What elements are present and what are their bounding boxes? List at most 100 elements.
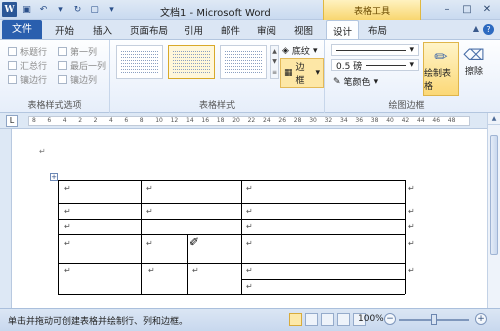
word-app-icon[interactable]: W (2, 2, 17, 17)
borders-button[interactable]: ▦ 边框 ▾ (280, 58, 324, 88)
pen-color-label: 笔颜色 (343, 78, 371, 88)
ruler-number: 26 (278, 117, 287, 124)
eraser-button[interactable]: ⌫ 擦除 (460, 42, 488, 96)
cell-end-mark: ↵ (146, 184, 153, 193)
checkbox-icon (8, 47, 17, 56)
dropdown-icon: ▾ (315, 68, 320, 78)
cell-end-mark: ↵ (148, 266, 155, 275)
style-gallery-scroll[interactable]: ▲ ▼ ≡ (270, 45, 279, 79)
table-move-handle-icon[interactable]: + (50, 173, 58, 181)
checkbox-icon (8, 61, 17, 70)
vertical-scrollbar[interactable]: ▲ (487, 113, 500, 308)
cell-end-mark: ↵ (408, 266, 415, 275)
redo-icon[interactable]: ↻ (70, 2, 85, 17)
scroll-thumb[interactable] (490, 135, 498, 255)
web-layout-icon[interactable] (321, 313, 334, 326)
close-icon[interactable]: ✕ (478, 2, 496, 16)
zoom-level[interactable]: 100% (358, 314, 384, 324)
tab-insert[interactable]: 插入 (93, 23, 112, 37)
ruler-number: 36 (355, 117, 364, 124)
vertical-ruler[interactable] (0, 129, 12, 308)
option-total-row[interactable]: 汇总行 (8, 59, 47, 72)
minimize-icon[interactable]: – (438, 2, 456, 16)
cell-end-mark: ↵ (246, 282, 253, 291)
window-controls: – □ ✕ (438, 2, 496, 16)
dropdown-icon: ▾ (373, 76, 379, 87)
pen-color-button[interactable]: ✎ 笔颜色 ▾ (333, 75, 379, 89)
save-icon[interactable]: ▣ (19, 2, 34, 17)
help-icon[interactable]: ? (483, 24, 494, 35)
ruler-number: 12 (170, 117, 179, 124)
table-border-line (141, 219, 405, 220)
tab-design[interactable]: 设计 (326, 20, 360, 39)
print-layout-view-icon[interactable] (289, 313, 302, 326)
ruler-marks: 8 6 4 2 2 4 6 8 10 12 14 16 18 20 22 24 26 28 30 32 34 36 38 40… (28, 116, 470, 126)
tab-home[interactable]: 开始 (55, 23, 74, 37)
line-weight-select[interactable]: 0.5 磅 ▾ (331, 59, 419, 72)
tab-view[interactable]: 视图 (294, 23, 313, 37)
tab-mailings[interactable]: 邮件 (221, 23, 240, 37)
line-style-select[interactable]: ▾ (331, 44, 419, 56)
cell-end-mark: ↵ (408, 184, 415, 193)
tab-references[interactable]: 引用 (184, 23, 203, 37)
option-header-row[interactable]: 标题行 (8, 45, 47, 58)
draw-table-button[interactable]: ✏ 绘制表格 (423, 42, 459, 96)
tab-selector-icon[interactable]: L (6, 115, 18, 127)
tab-layout[interactable]: 布局 (368, 23, 387, 37)
undo-icon[interactable]: ↶ (36, 2, 51, 17)
group-label: 表格样式 (198, 101, 235, 111)
table-border-line (58, 263, 405, 264)
table-style-thumbnail[interactable] (220, 45, 267, 79)
dropdown-icon: ▾ (409, 60, 414, 70)
full-screen-reading-icon[interactable] (305, 313, 318, 326)
tab-page-layout[interactable]: 页面布局 (130, 23, 168, 37)
cell-end-mark: ↵ (246, 239, 253, 248)
group-table-styles: ▲ ▼ ≡ ◈ 底纹 ▾ ▦ 边框 ▾ 表格样式 (110, 40, 325, 113)
table-border-line (187, 234, 188, 294)
ruler-number: 4 (62, 117, 67, 124)
scroll-up-icon[interactable]: ▲ (488, 113, 500, 125)
cell-end-mark: ↵ (64, 222, 71, 231)
table-border-line (58, 203, 405, 204)
ruler-number: 30 (309, 117, 317, 124)
maximize-icon[interactable]: □ (458, 2, 476, 16)
group-label: 表格样式选项 (27, 101, 82, 111)
tab-file[interactable]: 文件 (2, 20, 42, 39)
zoom-in-icon[interactable]: + (475, 313, 487, 325)
more-icon[interactable]: ≡ (272, 69, 277, 76)
option-last-column[interactable]: 最后一列 (58, 59, 106, 72)
shading-label: 底纹 (291, 47, 310, 57)
horizontal-ruler[interactable]: L 8 6 4 2 2 4 6 8 10 12 14 16 18 20 22 24 26 28 30 32 34 36 38… (0, 113, 500, 129)
paint-bucket-icon: ◈ (282, 45, 289, 56)
checkbox-icon (58, 47, 67, 56)
undo-dropdown-icon[interactable]: ▾ (53, 2, 68, 17)
ribbon-tabs: 文件 开始 插入 页面布局 引用 邮件 审阅 视图 设计 布局 ▲ ? (0, 20, 500, 39)
tab-review[interactable]: 审阅 (257, 23, 276, 37)
table-border-line (58, 180, 405, 181)
scroll-down-icon[interactable]: ▼ (272, 58, 277, 65)
new-document-icon[interactable]: ▢ (87, 2, 102, 17)
table-style-thumbnail[interactable] (168, 45, 215, 79)
ribbon-right-icons: ▲ ? (473, 24, 494, 35)
zoom-slider-thumb[interactable] (431, 314, 437, 325)
outline-view-icon[interactable] (337, 313, 350, 326)
status-hint: 单击并拖动可创建表格并绘制行、列和边框。 (8, 317, 189, 327)
scroll-up-icon[interactable]: ▲ (272, 48, 277, 55)
collapse-ribbon-icon[interactable]: ▲ (473, 24, 479, 35)
customize-toolbar-icon[interactable]: ▾ (104, 2, 119, 17)
table-border-line (58, 219, 141, 220)
table-border-line (58, 180, 59, 294)
option-banded-rows[interactable]: 镶边行 (8, 73, 47, 86)
option-banded-columns[interactable]: 镶边列 (58, 73, 97, 86)
eraser-icon: ⌫ (463, 46, 485, 64)
ruler-number: 10 (155, 117, 163, 124)
pencil-cursor-icon: ✐ (189, 235, 200, 249)
table-border-line (241, 279, 405, 280)
shading-button[interactable]: ◈ 底纹 ▾ (282, 44, 317, 58)
table-style-thumbnail[interactable] (116, 45, 163, 79)
cell-end-mark: ↵ (246, 207, 253, 216)
group-label: 绘图边框 (388, 101, 425, 111)
cell-end-mark: ↵ (64, 239, 71, 248)
zoom-out-icon[interactable]: − (384, 313, 396, 325)
option-first-column[interactable]: 第一列 (58, 45, 97, 58)
